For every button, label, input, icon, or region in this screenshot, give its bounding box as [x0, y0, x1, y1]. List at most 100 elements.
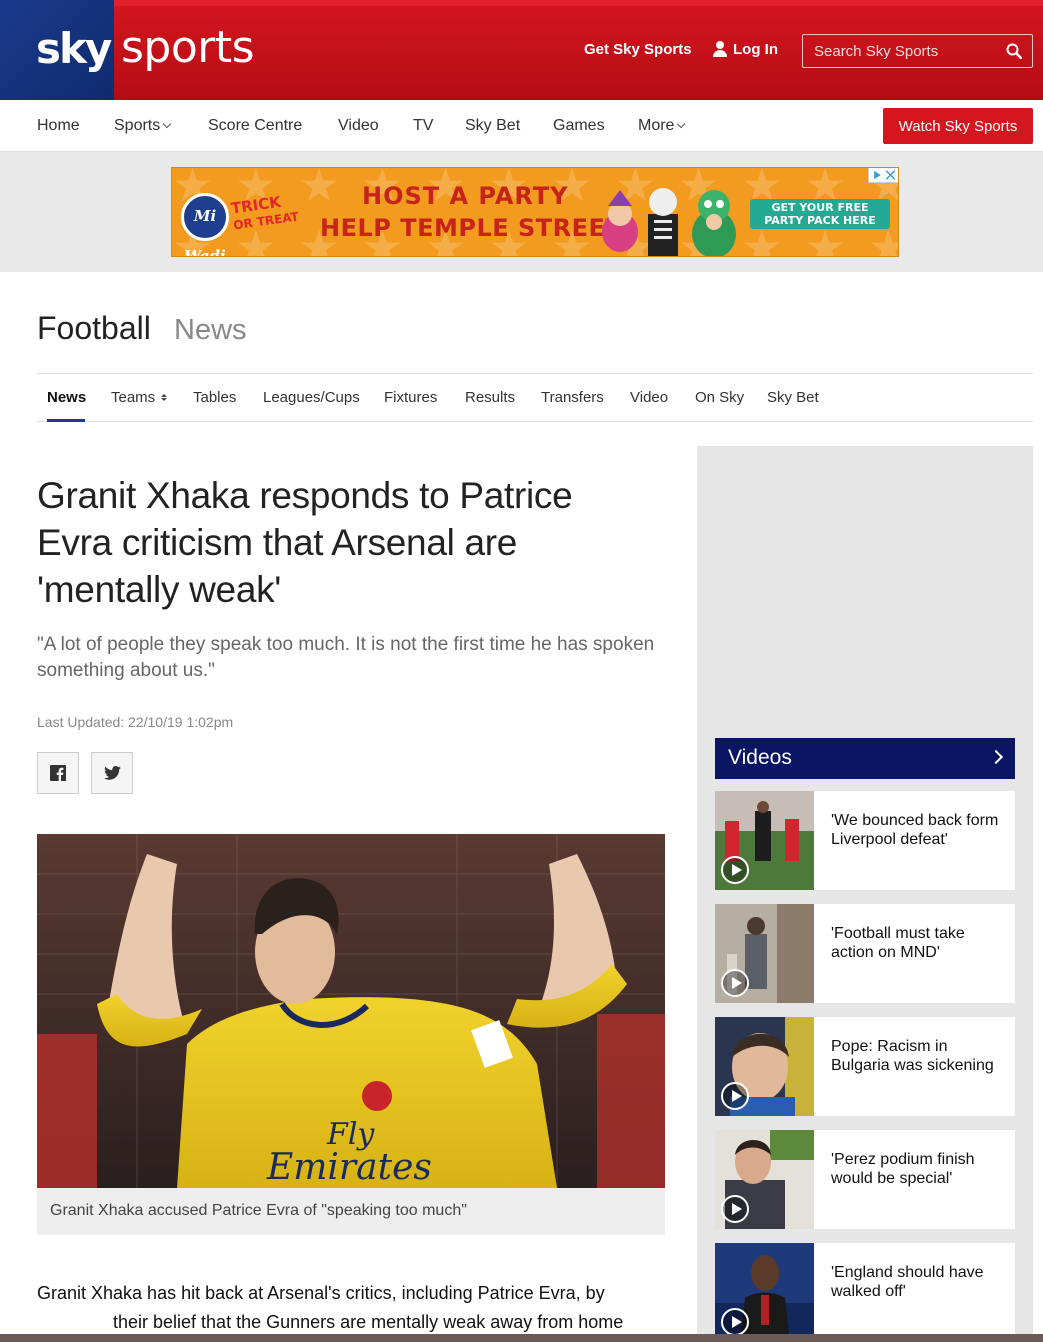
video-thumbnail	[715, 904, 814, 1003]
tab-sky-bet-label: Sky Bet	[767, 389, 819, 406]
football-sub-nav: News Teams Tables Leagues/Cups Fixtures …	[37, 373, 1033, 422]
video-title: Pope: Racism in Bulgaria was sickening	[831, 1038, 994, 1074]
video-card[interactable]: 'England should have walked off'	[715, 1243, 1015, 1342]
tab-fixtures-label: Fixtures	[384, 389, 438, 406]
chevron-down-icon	[677, 119, 686, 129]
nav-tv[interactable]: TV	[413, 117, 433, 135]
nav-tv-label: TV	[413, 117, 434, 134]
tab-transfers-label: Transfers	[541, 389, 604, 406]
tab-teams[interactable]: Teams	[111, 389, 168, 406]
active-tab-indicator	[47, 419, 85, 422]
article-body-line-2: their belief that the Gunners are mental…	[113, 1312, 624, 1332]
nav-sports-label: Sports	[114, 117, 161, 134]
sort-arrows-icon	[161, 394, 168, 401]
tab-results-label: Results	[465, 389, 516, 406]
xhaka-photo: Fly Emirates	[37, 834, 665, 1188]
image-caption: Granit Xhaka accused Patrice Evra of "sp…	[37, 1188, 665, 1235]
get-sky-sports-link[interactable]: Get Sky Sports	[584, 41, 692, 58]
mi-wadi-logo: Mi Wadi	[181, 193, 229, 256]
section-title: Football	[37, 310, 151, 346]
ad-headline-1: HOST A PARTY	[362, 182, 569, 210]
video-thumbnail	[715, 1130, 814, 1229]
video-thumbnail	[715, 1243, 814, 1342]
nav-score-centre-label: Score Centre	[208, 117, 303, 134]
nav-games[interactable]: Games	[553, 117, 605, 135]
play-icon	[721, 1082, 749, 1110]
video-card[interactable]: 'Perez podium finish would be special'	[715, 1130, 1015, 1229]
login-link[interactable]: Log In	[712, 41, 778, 58]
video-title: 'Football must take action on MND'	[831, 925, 965, 961]
tab-sky-bet[interactable]: Sky Bet	[767, 389, 819, 406]
chevron-right-icon	[988, 749, 1004, 765]
video-card[interactable]: Pope: Racism in Bulgaria was sickening	[715, 1017, 1015, 1116]
bottom-edge-bar	[0, 1334, 1043, 1342]
ad-choices-icon[interactable]	[868, 168, 898, 183]
tab-video[interactable]: Video	[630, 389, 668, 406]
video-card[interactable]: 'We bounced back form Liverpool defeat'	[715, 791, 1015, 890]
article-body: Granit Xhaka has hit back at Arsenal's c…	[37, 1279, 665, 1337]
nav-sky-bet[interactable]: Sky Bet	[465, 117, 520, 135]
article-headline: Granit Xhaka responds to Patrice Evra cr…	[37, 475, 573, 610]
tab-on-sky[interactable]: On Sky	[695, 389, 744, 406]
logo-sky-text: sky	[36, 24, 112, 73]
tab-tables[interactable]: Tables	[193, 389, 236, 406]
search-icon[interactable]	[1006, 43, 1022, 59]
tab-leagues-cups-label: Leagues/Cups	[263, 389, 360, 406]
ad-cta-button[interactable]: GET YOUR FREE PARTY PACK HERE	[750, 199, 890, 229]
sky-logo-block[interactable]: sky	[0, 0, 114, 100]
tab-teams-label: Teams	[111, 389, 156, 406]
tab-tables-label: Tables	[193, 389, 237, 406]
header-top-stripe	[0, 0, 1043, 6]
play-icon	[721, 856, 749, 884]
play-icon	[721, 969, 749, 997]
video-card[interactable]: 'Football must take action on MND'	[715, 904, 1015, 1003]
nav-home-label: Home	[37, 117, 80, 134]
search-box	[802, 34, 1033, 68]
logo-sports-text[interactable]: sports	[121, 22, 255, 73]
nav-sky-bet-label: Sky Bet	[465, 117, 521, 134]
site-header: sky sports Get Sky Sports Log In	[0, 0, 1043, 100]
play-icon	[721, 1308, 749, 1336]
login-label: Log In	[733, 41, 778, 58]
videos-title: Videos	[728, 746, 792, 769]
tab-transfers[interactable]: Transfers	[541, 389, 604, 406]
user-icon	[712, 41, 728, 58]
ad-kids-illustration	[602, 188, 736, 256]
share-facebook-button[interactable]	[37, 752, 79, 794]
nav-video-label: Video	[338, 117, 379, 134]
shirt-sponsor-emirates: Emirates	[266, 1147, 432, 1188]
tab-video-label: Video	[630, 389, 669, 406]
twitter-icon	[103, 766, 121, 780]
article-hero-image: Fly Emirates	[37, 834, 665, 1188]
play-icon	[721, 1195, 749, 1223]
nav-score-centre[interactable]: Score Centre	[208, 117, 302, 135]
article-body-line-1: Granit Xhaka has hit back at Arsenal's c…	[37, 1283, 605, 1303]
watch-sky-sports-button[interactable]: Watch Sky Sports	[883, 108, 1033, 144]
nav-more-label: More	[638, 117, 675, 134]
nav-video[interactable]: Video	[338, 117, 379, 135]
ad-headline-2: HELP TEMPLE STREET	[320, 214, 623, 242]
share-twitter-button[interactable]	[91, 752, 133, 794]
video-thumbnail	[715, 1017, 814, 1116]
nav-home[interactable]: Home	[37, 117, 80, 135]
chevron-down-icon	[163, 119, 172, 129]
section-subtitle: News	[174, 314, 247, 346]
nav-more[interactable]: More	[638, 117, 686, 135]
videos-header[interactable]: Videos	[715, 738, 1015, 779]
tab-news-label: News	[47, 389, 87, 406]
nav-sports[interactable]: Sports	[114, 117, 172, 135]
tab-fixtures[interactable]: Fixtures	[384, 389, 437, 406]
video-thumbnail	[715, 791, 814, 890]
video-title: 'England should have walked off'	[831, 1264, 984, 1300]
tab-leagues-cups[interactable]: Leagues/Cups	[263, 389, 360, 406]
tab-results[interactable]: Results	[465, 389, 515, 406]
last-updated: Last Updated: 22/10/19 1:02pm	[37, 714, 234, 730]
facebook-icon	[50, 765, 66, 781]
search-input[interactable]	[803, 35, 998, 67]
advert-banner[interactable]: ★ ★ ★ ★ ★ ★ ★ ★ ★ ★ ★ ★ ★ ★ ★ ★ ★ ★ ★ ★ …	[171, 167, 899, 257]
ad-cta-line-1: GET YOUR FREE	[771, 201, 869, 214]
tab-news[interactable]: News	[47, 389, 86, 406]
article-standfirst: "A lot of people they speak too much. It…	[37, 634, 655, 681]
video-title: 'We bounced back form Liverpool defeat'	[831, 812, 999, 848]
tab-on-sky-label: On Sky	[695, 389, 745, 406]
